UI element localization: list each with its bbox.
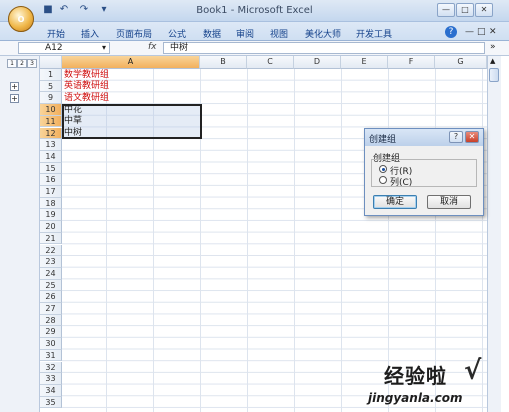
row-header[interactable]: 14	[40, 150, 62, 163]
cancel-button[interactable]: 取消	[427, 195, 471, 209]
cell-a11[interactable]: 中草	[64, 116, 82, 127]
row-header[interactable]: 34	[40, 384, 62, 397]
outline-level-2[interactable]: 2	[17, 59, 27, 68]
dialog-title: 创建组	[369, 135, 397, 145]
row-header[interactable]: 13	[40, 139, 62, 151]
tab-formulas[interactable]: 公式	[168, 27, 186, 40]
row-header[interactable]: 29	[40, 326, 62, 339]
row-header[interactable]: 28	[40, 314, 62, 327]
scroll-thumb[interactable]	[489, 68, 499, 82]
watermark-url: jingyanla.com	[368, 391, 463, 405]
columns-radio-label[interactable]: 列(C)	[390, 175, 412, 188]
row-header[interactable]: 27	[40, 303, 62, 315]
row-header[interactable]: 16	[40, 174, 62, 186]
tab-home[interactable]: 开始	[47, 27, 65, 40]
expand-group-icon[interactable]: +	[10, 94, 19, 103]
row-header[interactable]: 9	[40, 92, 62, 105]
tab-developer[interactable]: 开发工具	[356, 27, 392, 40]
row-header[interactable]: 30	[40, 338, 62, 350]
ribbon-tabs	[0, 22, 509, 41]
row-header[interactable]: 12	[40, 127, 62, 140]
column-header-a[interactable]: A	[62, 56, 200, 69]
row-header[interactable]: 19	[40, 209, 62, 222]
vertical-scrollbar[interactable]	[487, 56, 501, 412]
watermark-check-icon: √	[464, 356, 482, 386]
tab-insert[interactable]: 插入	[81, 27, 99, 40]
row-header[interactable]: 11	[40, 115, 62, 128]
tab-page-layout[interactable]: 页面布局	[116, 27, 152, 40]
scroll-up-icon[interactable]: ▲	[490, 57, 495, 65]
close-window-button[interactable]: ✕	[475, 3, 493, 17]
column-header-d[interactable]: D	[294, 56, 341, 69]
create-group-dialog: 创建组 ? ✕ 创建组 行(R) 列(C) 确定 取消	[364, 128, 484, 216]
ribbon-close-icon[interactable]: ✕	[489, 27, 497, 37]
name-box-dropdown-icon[interactable]: ▾	[102, 43, 106, 52]
minimize-button[interactable]: —	[437, 3, 455, 17]
row-header[interactable]: 32	[40, 361, 62, 374]
row-header[interactable]: 22	[40, 244, 62, 257]
outline-bar	[0, 56, 40, 412]
ok-button[interactable]: 确定	[373, 195, 417, 209]
row-header[interactable]: 35	[40, 396, 62, 409]
row-header[interactable]: 5	[40, 80, 62, 93]
expand-formula-bar-icon[interactable]: »	[490, 42, 496, 52]
tab-data[interactable]: 数据	[203, 27, 221, 40]
row-header[interactable]: 18	[40, 197, 62, 210]
column-header-g[interactable]: G	[435, 56, 487, 69]
office-button[interactable]: O	[8, 6, 34, 32]
tab-beautify-master[interactable]: 美化大师	[305, 27, 341, 40]
ribbon-restore-icon[interactable]: □	[477, 27, 486, 37]
column-header-e[interactable]: E	[341, 56, 388, 69]
options-groupbox	[371, 159, 477, 187]
row-header[interactable]: 17	[40, 186, 62, 198]
row-header[interactable]: 24	[40, 267, 62, 280]
row-header[interactable]: 21	[40, 232, 62, 245]
insert-function-icon[interactable]: fx	[148, 42, 157, 52]
row-header[interactable]: 26	[40, 291, 62, 303]
cell-a12[interactable]: 中树	[64, 128, 82, 139]
window-title: Book1 - Microsoft Excel	[196, 5, 313, 16]
row-header[interactable]: 1	[40, 69, 62, 81]
select-all-corner[interactable]	[40, 56, 62, 69]
office-logo-icon: O	[17, 14, 25, 24]
cell-a5[interactable]: 英语教研组	[64, 81, 109, 92]
outline-level-3[interactable]: 3	[27, 59, 37, 68]
column-header-b[interactable]: B	[200, 56, 247, 69]
outline-level-1[interactable]: 1	[7, 59, 17, 68]
selected-range[interactable]	[62, 104, 202, 139]
row-header[interactable]: 33	[40, 373, 62, 385]
watermark-text: 经验啦	[384, 364, 447, 388]
column-header-c[interactable]: C	[247, 56, 294, 69]
tab-view[interactable]: 视图	[270, 27, 288, 40]
name-box[interactable]: A12	[18, 42, 110, 54]
columns-radio[interactable]	[379, 176, 387, 184]
expand-group-icon[interactable]: +	[10, 82, 19, 91]
row-header[interactable]: 10	[40, 104, 62, 116]
row-header[interactable]: 23	[40, 256, 62, 268]
row-header[interactable]: 31	[40, 349, 62, 362]
rows-radio[interactable]	[379, 165, 387, 173]
row-header[interactable]: 25	[40, 279, 62, 292]
cell-a10[interactable]: 中花	[64, 105, 82, 116]
row-header[interactable]: 20	[40, 221, 62, 233]
cell-a1[interactable]: 数学教研组	[64, 70, 109, 81]
dialog-help-button[interactable]: ?	[449, 131, 463, 143]
ribbon-minimize-icon[interactable]: —	[465, 27, 474, 37]
row-header[interactable]: 15	[40, 162, 62, 175]
column-header-f[interactable]: F	[388, 56, 435, 69]
formula-input[interactable]: 中树	[163, 42, 485, 54]
help-icon[interactable]: ?	[445, 26, 457, 38]
tab-review[interactable]: 审阅	[236, 27, 254, 40]
maximize-button[interactable]: □	[456, 3, 474, 17]
dialog-close-button[interactable]: ✕	[465, 131, 479, 143]
cell-a9[interactable]: 语文教研组	[64, 93, 109, 104]
